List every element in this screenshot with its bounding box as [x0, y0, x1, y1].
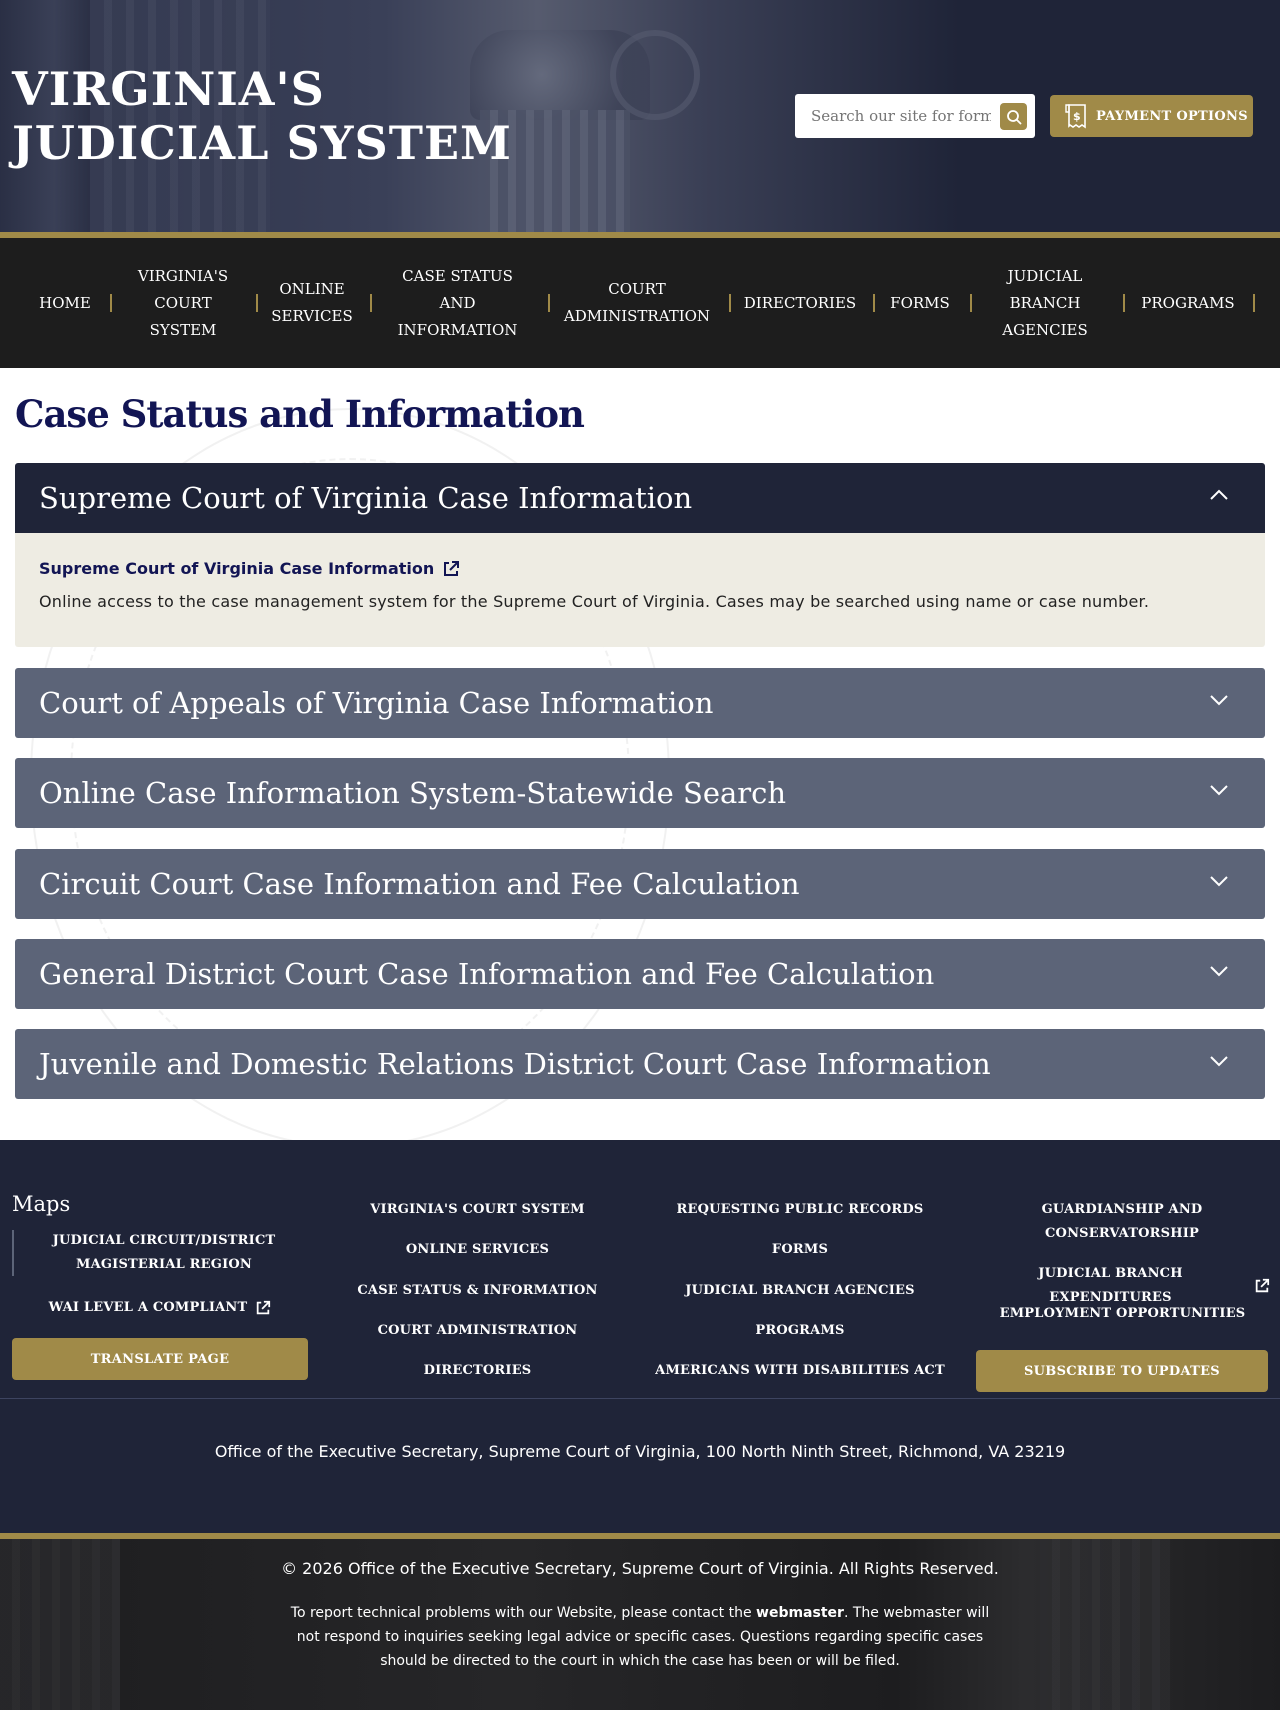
nav-item-directories[interactable]: DIRECTORIES: [742, 238, 858, 368]
chevron-down-icon: [1210, 966, 1228, 977]
search-icon: [1006, 109, 1021, 124]
main-content: Case Status and Information Supreme Cour…: [0, 368, 1280, 1140]
nav-separator: [370, 294, 372, 312]
accordion-header[interactable]: General District Court Case Information …: [15, 939, 1265, 1009]
search-input[interactable]: [811, 107, 991, 125]
supreme-court-case-info-link[interactable]: Supreme Court of Virginia Case Informati…: [39, 559, 1241, 578]
footer-link-court-system[interactable]: VIRGINIA'S COURT SYSTEM: [340, 1198, 615, 1222]
accordion-header[interactable]: Circuit Court Case Information and Fee C…: [15, 849, 1265, 919]
footer-link-forms[interactable]: FORMS: [640, 1238, 960, 1262]
translate-page-button[interactable]: TRANSLATE PAGE: [12, 1338, 308, 1380]
footer-link-judicial-agencies[interactable]: JUDICIAL BRANCH AGENCIES: [640, 1279, 960, 1303]
accordion-header[interactable]: Online Case Information System-Statewide…: [15, 758, 1265, 828]
accordion-title: Circuit Court Case Information and Fee C…: [39, 867, 800, 901]
accordion-title: Online Case Information System-Statewide…: [39, 776, 787, 810]
accordion-juvenile-domestic: Juvenile and Domestic Relations District…: [15, 1029, 1265, 1099]
nav-item-court-administration[interactable]: COURT ADMINISTRATION: [562, 238, 712, 368]
column-volute-decoration: [610, 30, 700, 120]
accordion-header[interactable]: Juvenile and Domestic Relations District…: [15, 1029, 1265, 1099]
accordion-description: Online access to the case management sys…: [39, 592, 1150, 611]
accordion-supreme-court: Supreme Court of Virginia Case Informati…: [15, 463, 1265, 647]
accordion-header[interactable]: Court of Appeals of Virginia Case Inform…: [15, 668, 1265, 738]
accordion-court-of-appeals: Court of Appeals of Virginia Case Inform…: [15, 668, 1265, 738]
chevron-down-icon: [1210, 1056, 1228, 1067]
footer-link-public-records[interactable]: REQUESTING PUBLIC RECORDS: [640, 1198, 960, 1222]
page-title: Case Status and Information: [15, 392, 585, 436]
report-text: To report technical problems with our We…: [280, 1601, 1000, 1673]
main-nav: HOME VIRGINIA'S COURT SYSTEM ONLINE SERV…: [0, 238, 1280, 368]
nav-separator: [1253, 294, 1255, 312]
site-title[interactable]: VIRGINIA'S JUDICIAL SYSTEM: [12, 62, 572, 170]
accordion-statewide-search: Online Case Information System-Statewide…: [15, 758, 1265, 828]
nav-item-judicial-branch-agencies[interactable]: JUDICIAL BRANCH AGENCIES: [995, 238, 1095, 368]
site-header: VIRGINIA'S JUDICIAL SYSTEM $ PAYMENT OPT…: [0, 0, 1280, 232]
link-label: Supreme Court of Virginia Case Informati…: [39, 559, 435, 578]
footer-link-magisterial-region[interactable]: JUDICIAL CIRCUIT/DISTRICT MAGISTERIAL RE…: [30, 1229, 298, 1277]
nav-item-case-status[interactable]: CASE STATUS AND INFORMATION: [395, 238, 520, 368]
external-link-icon: [1255, 1278, 1270, 1293]
footer-divider: [0, 1398, 1280, 1399]
footer-link-wai-compliant[interactable]: WAI LEVEL A COMPLIANT: [30, 1296, 290, 1320]
footer-link-programs[interactable]: PROGRAMS: [640, 1319, 960, 1343]
nav-separator: [256, 294, 258, 312]
nav-separator: [873, 294, 875, 312]
footer-link-guardianship[interactable]: GUARDIANSHIP AND CONSERVATORSHIP: [1020, 1198, 1224, 1246]
webmaster-link[interactable]: webmaster: [756, 1605, 844, 1621]
copyright-text: © 2026 Office of the Executive Secretary…: [281, 1559, 999, 1578]
nav-separator: [970, 294, 972, 312]
accordion-title: Juvenile and Domestic Relations District…: [39, 1047, 991, 1081]
nav-separator: [1123, 294, 1125, 312]
accordion-title: Court of Appeals of Virginia Case Inform…: [39, 686, 714, 720]
payment-options-button[interactable]: $ PAYMENT OPTIONS: [1050, 95, 1253, 137]
accordion-title: Supreme Court of Virginia Case Informati…: [39, 481, 693, 515]
accordion-title: General District Court Case Information …: [39, 957, 935, 991]
nav-item-forms[interactable]: FORMS: [885, 238, 955, 368]
accordion-circuit-court: Circuit Court Case Information and Fee C…: [15, 849, 1265, 919]
payment-options-label: PAYMENT OPTIONS: [1096, 108, 1248, 124]
footer-link-court-administration[interactable]: COURT ADMINISTRATION: [340, 1319, 615, 1343]
footer-link-directories[interactable]: DIRECTORIES: [340, 1359, 615, 1383]
footer-link-case-status[interactable]: CASE STATUS & INFORMATION: [340, 1279, 615, 1303]
nav-item-virginias-court-system[interactable]: VIRGINIA'S COURT SYSTEM: [130, 238, 236, 368]
maps-heading: Maps: [12, 1192, 71, 1216]
nav-separator: [729, 294, 731, 312]
nav-item-online-services[interactable]: ONLINE SERVICES: [271, 238, 352, 368]
nav-separator: [548, 294, 550, 312]
wai-label: WAI LEVEL A COMPLIANT: [48, 1300, 248, 1315]
nav-separator: [110, 294, 112, 312]
external-link-icon: [257, 1300, 271, 1315]
receipt-dollar-icon: $: [1065, 104, 1086, 129]
subscribe-updates-button[interactable]: SUBSCRIBE TO UPDATES: [976, 1350, 1268, 1392]
nav-item-programs[interactable]: PROGRAMS: [1138, 238, 1238, 368]
footer-link-online-services[interactable]: ONLINE SERVICES: [340, 1238, 615, 1262]
chevron-down-icon: [1210, 695, 1228, 706]
copyright-bar: © 2026 Office of the Executive Secretary…: [0, 1539, 1280, 1710]
accordion-general-district-court: General District Court Case Information …: [15, 939, 1265, 1009]
chevron-up-icon: [1210, 489, 1228, 500]
footer-link-employment[interactable]: EMPLOYMENT OPPORTUNITIES: [975, 1302, 1270, 1326]
external-link-icon: [444, 560, 460, 576]
search-button[interactable]: [1000, 103, 1027, 130]
nav-item-home[interactable]: HOME: [30, 238, 100, 368]
accordion-body: Supreme Court of Virginia Case Informati…: [15, 533, 1265, 647]
maps-divider: [12, 1230, 14, 1276]
chevron-down-icon: [1210, 785, 1228, 796]
search-box: [795, 94, 1035, 138]
site-footer: Maps JUDICIAL CIRCUIT/DISTRICT MAGISTERI…: [0, 1140, 1280, 1533]
footer-address: Office of the Executive Secretary, Supre…: [214, 1442, 1066, 1461]
footer-link-ada[interactable]: AMERICANS WITH DISABILITIES ACT: [640, 1359, 960, 1383]
svg-text:$: $: [1073, 110, 1081, 123]
chevron-down-icon: [1210, 876, 1228, 887]
accordion-header[interactable]: Supreme Court of Virginia Case Informati…: [15, 463, 1265, 533]
report-pre: To report technical problems with our We…: [290, 1605, 757, 1621]
